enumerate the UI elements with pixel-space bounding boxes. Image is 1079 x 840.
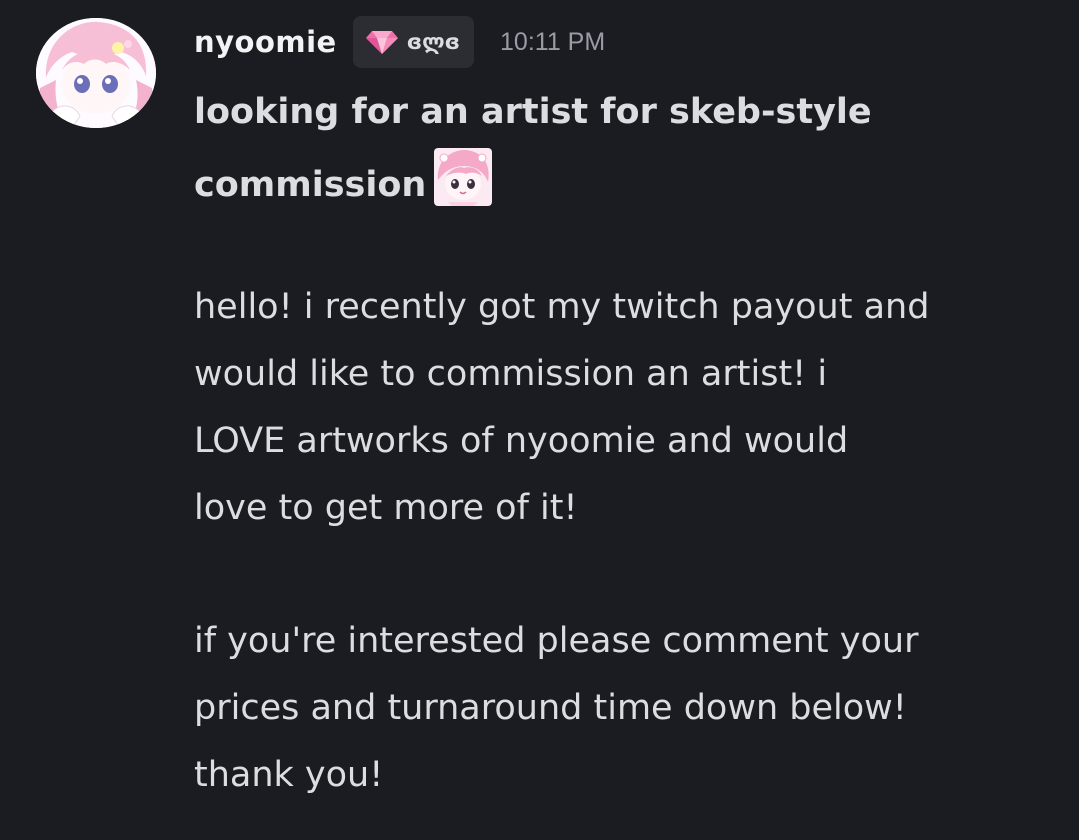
server-tag-badge[interactable]: ɞლɞ [352, 16, 475, 68]
message-paragraph: if you're interested please comment your… [194, 621, 919, 795]
message-heading: looking for an artist for skeb-style com… [194, 78, 954, 219]
pink-haired-chibi-emoji-icon [432, 146, 494, 208]
chat-message: nyoomie ɞლɞ 10:11 PM looking for an arti… [0, 0, 1079, 840]
username[interactable]: nyoomie [194, 25, 337, 59]
message-header: nyoomie ɞლɞ 10:11 PM [194, 16, 605, 68]
anime-girl-avatar-icon [36, 18, 156, 128]
pink-gem-icon [365, 29, 399, 55]
heading-text: looking for an artist for skeb-style com… [194, 92, 872, 205]
timestamp[interactable]: 10:11 PM [500, 28, 605, 57]
message-paragraph: hello! i recently got my twitch payout a… [194, 287, 930, 528]
message-content: looking for an artist for skeb-style com… [194, 78, 1054, 219]
avatar[interactable] [36, 18, 156, 128]
server-tag-text: ɞლɞ [406, 30, 461, 54]
